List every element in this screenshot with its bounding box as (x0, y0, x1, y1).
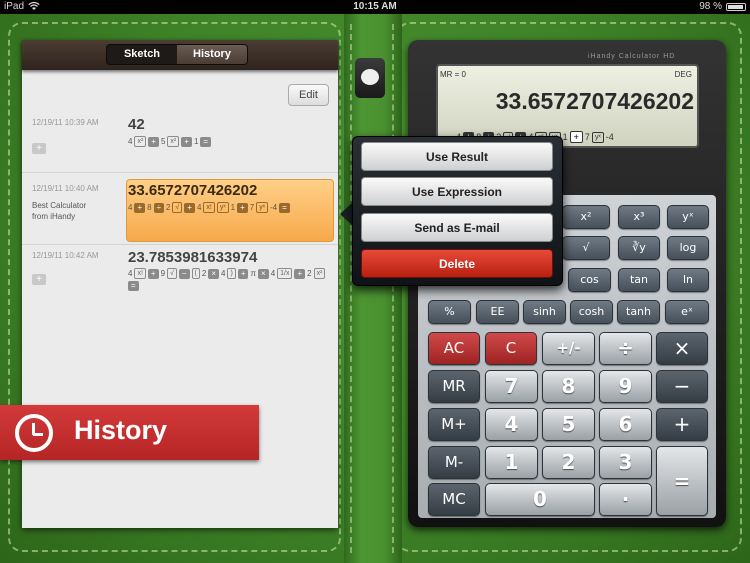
key-tanh[interactable]: tanh (617, 300, 660, 324)
use-result-button[interactable]: Use Result (361, 142, 553, 171)
key-memory-plus[interactable]: M+ (428, 408, 480, 441)
key-percent[interactable]: % (428, 300, 471, 324)
comment-icon[interactable]: + (32, 143, 46, 154)
view-segmented-control: Sketch History (106, 44, 248, 65)
key-plus[interactable]: + (656, 408, 708, 441)
row-divider (22, 172, 338, 173)
history-banner: History (0, 405, 259, 460)
status-bar: iPad 10:15 AM 98 % (0, 0, 750, 14)
key-tan[interactable]: tan (618, 268, 660, 292)
angle-mode-indicator: DEG (674, 70, 692, 79)
key-memory-recall[interactable]: MR (428, 370, 480, 403)
key-log[interactable]: log (667, 236, 709, 260)
key-memory-clear[interactable]: MC (428, 483, 480, 516)
banner-title: History (74, 415, 168, 445)
key-1[interactable]: 1 (485, 446, 538, 479)
key-ee[interactable]: EE (476, 300, 519, 324)
key-sinh[interactable]: sinh (523, 300, 566, 324)
key-x-cubed[interactable]: x³ (618, 205, 660, 229)
key-ln[interactable]: ln (667, 268, 709, 292)
clock-time: 10:15 AM (353, 1, 397, 12)
battery-icon (726, 3, 746, 11)
entry-result: 23.7853981633974 (128, 249, 258, 266)
key-9[interactable]: 9 (599, 370, 652, 403)
entry-expression: 4 + 8 ÷ 2 √ + 4 x! yˣ 1 + 7 yˣ -4 = (128, 202, 328, 213)
key-y-power-x[interactable]: yˣ (667, 205, 709, 229)
key-cosh[interactable]: cosh (570, 300, 613, 324)
send-email-button[interactable]: Send as E-mail (361, 213, 553, 242)
tab-sketch[interactable]: Sketch (107, 45, 177, 64)
key-3[interactable]: 3 (599, 446, 652, 479)
key-7[interactable]: 7 (485, 370, 538, 403)
memory-indicator: MR = 0 (440, 70, 467, 79)
key-sqrt[interactable]: √ (562, 236, 610, 260)
entry-expression: 4 x! + 9 √ − ( 2 × 4 ) + π × 4 1/x + 2 x… (128, 268, 333, 291)
theme-palette-button[interactable] (355, 58, 385, 98)
clock-icon (15, 414, 53, 452)
key-0[interactable]: 0 (485, 483, 595, 516)
delete-button[interactable]: Delete (361, 249, 553, 278)
comment-icon[interactable]: + (32, 274, 46, 285)
key-memory-minus[interactable]: M- (428, 446, 480, 479)
key-minus[interactable]: − (656, 370, 708, 403)
entry-result: 42 (128, 116, 145, 133)
key-multiply[interactable]: × (656, 332, 708, 365)
battery-percent: 98 % (699, 1, 722, 12)
entry-date: 12/19/11 10:42 AM (32, 251, 99, 260)
entry-note: Best Calculator from iHandy (32, 201, 87, 221)
edit-button[interactable]: Edit (288, 84, 329, 106)
key-decimal[interactable]: · (599, 483, 652, 516)
entry-date: 12/19/11 10:40 AM (32, 184, 99, 193)
entry-expression: 4 x² + 5 x² + 1 = (128, 136, 212, 147)
row-divider (22, 244, 338, 245)
key-equals[interactable]: = (656, 446, 708, 516)
key-2[interactable]: 2 (542, 446, 595, 479)
calculator-brand: iHandy Calculator HD (588, 53, 676, 60)
key-divide[interactable]: ÷ (599, 332, 652, 365)
key-cos[interactable]: cos (568, 268, 611, 292)
key-all-clear[interactable]: AC (428, 332, 480, 365)
key-4[interactable]: 4 (485, 408, 538, 441)
tab-history[interactable]: History (177, 45, 247, 64)
entry-date: 12/19/11 10:39 AM (32, 118, 99, 127)
display-value: 33.6572707426202 (495, 88, 694, 114)
use-expression-button[interactable]: Use Expression (361, 177, 553, 206)
palette-icon (361, 69, 379, 85)
key-8[interactable]: 8 (542, 370, 595, 403)
key-clear[interactable]: C (485, 332, 537, 365)
key-5[interactable]: 5 (542, 408, 595, 441)
entry-result: 33.6572707426202 (128, 182, 258, 199)
key-6[interactable]: 6 (599, 408, 652, 441)
key-plus-minus[interactable]: +/- (542, 332, 595, 365)
key-nth-root[interactable]: ∛y (618, 236, 660, 260)
key-x-squared[interactable]: x² (562, 205, 610, 229)
key-e-power-x[interactable]: eˣ (665, 300, 709, 324)
